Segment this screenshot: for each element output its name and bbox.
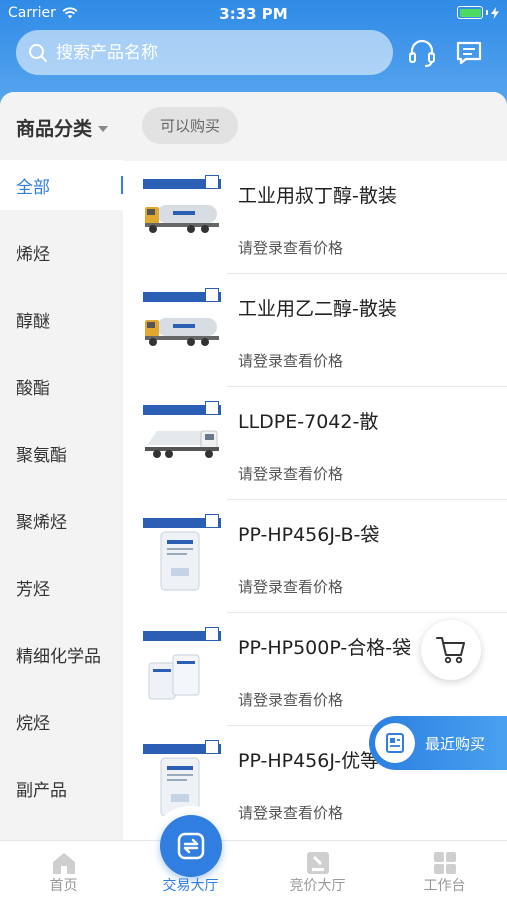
tanker-truck-image: [143, 175, 221, 255]
category-title: 商品分类: [16, 118, 93, 140]
filter-chip-purchasable[interactable]: 可以购买: [142, 107, 238, 144]
product-item[interactable]: PP-HP456J-B-袋 请登录查看价格: [123, 500, 507, 613]
tab-label: 竞价大厅: [289, 878, 346, 894]
product-price: 请登录查看价格: [238, 239, 344, 257]
sidebar-item-label: 全部: [16, 177, 50, 198]
sidebar-item-all[interactable]: 全部: [0, 160, 123, 210]
product-price: 请登录查看价格: [238, 352, 344, 370]
product-item[interactable]: LLDPE-7042-散 请登录查看价格: [123, 387, 507, 500]
sidebar-item-olefins[interactable]: 烯烃: [0, 227, 123, 277]
product-price: 请登录查看价格: [238, 691, 344, 709]
product-name: PP-HP456J-B-袋: [238, 524, 380, 546]
tab-label: 首页: [49, 878, 78, 894]
product-item[interactable]: 工业用叔丁醇-散装 请登录查看价格: [123, 161, 507, 274]
bulk-truck-image: [143, 401, 221, 481]
category-dropdown[interactable]: 商品分类: [16, 114, 109, 141]
sidebar-item-label: 精细化学品: [16, 646, 101, 667]
tanker-truck-image: [143, 288, 221, 368]
bag-image: [143, 514, 221, 594]
tab-workspace[interactable]: 工作台: [381, 841, 507, 900]
sidebar-item-alkanes[interactable]: 烷烃: [0, 696, 123, 746]
sidebar-item-label: 烯烃: [16, 244, 50, 265]
sidebar-item-label: 聚烯烃: [16, 512, 67, 533]
sidebar-item-aromatics[interactable]: 芳烃: [0, 562, 123, 612]
product-name: LLDPE-7042-散: [238, 411, 379, 433]
battery-icon: [457, 6, 499, 19]
charging-icon: [491, 6, 499, 19]
recent-purchases-label: 最近购买: [425, 734, 486, 753]
sidebar-item-fine-chemicals[interactable]: 精细化学品: [0, 629, 123, 679]
product-name: 工业用叔丁醇-散装: [238, 185, 397, 207]
product-price: 请登录查看价格: [238, 804, 344, 822]
category-sidebar: 全部 烯烃 醇醚 酸酯 聚氨酯 聚烯烃 芳烃 精细化学品 烷烃 副产品: [0, 160, 123, 840]
cart-icon: [436, 637, 465, 664]
search-input[interactable]: [56, 42, 356, 63]
headset-icon[interactable]: [406, 37, 438, 69]
product-price: 请登录查看价格: [238, 578, 344, 596]
bags-image: [143, 627, 221, 707]
product-item[interactable]: 工业用乙二醇-散装 请登录查看价格: [123, 274, 507, 387]
sidebar-item-label: 副产品: [16, 780, 67, 801]
sidebar-item-label: 烷烃: [16, 713, 50, 734]
tab-bar: 首页 交易大厅 竞价大厅 工作台: [0, 840, 507, 900]
trade-icon[interactable]: [160, 815, 222, 877]
sidebar-item-byproducts[interactable]: 副产品: [0, 763, 123, 813]
tab-label: 工作台: [423, 878, 466, 894]
sidebar-item-polyurethane[interactable]: 聚氨酯: [0, 428, 123, 478]
product-name: 工业用乙二醇-散装: [238, 298, 397, 320]
home-icon: [52, 853, 75, 874]
sidebar-item-polyolefin[interactable]: 聚烯烃: [0, 495, 123, 545]
clock: 3:33 PM: [219, 5, 288, 23]
sidebar-item-label: 醇醚: [16, 311, 50, 332]
tab-auction-hall[interactable]: 竞价大厅: [254, 841, 381, 900]
sidebar-item-label: 酸酯: [16, 378, 50, 399]
tab-label: 交易大厅: [162, 878, 219, 894]
search-bar[interactable]: [16, 30, 393, 75]
cart-button[interactable]: [421, 620, 481, 680]
auction-icon: [306, 852, 329, 874]
product-price: 请登录查看价格: [238, 465, 344, 483]
sidebar-item-label: 芳烃: [16, 579, 50, 600]
message-icon[interactable]: [453, 37, 485, 69]
search-icon: [29, 43, 47, 62]
filter-bar: 商品分类 可以购买: [0, 92, 507, 160]
workspace-icon: [433, 852, 456, 874]
tab-home[interactable]: 首页: [0, 841, 127, 900]
sidebar-item-alcohol-ether[interactable]: 醇醚: [0, 294, 123, 344]
sidebar-item-esters[interactable]: 酸酯: [0, 361, 123, 411]
recent-purchases-button[interactable]: 最近购买: [369, 716, 507, 770]
sidebar-item-label: 聚氨酯: [16, 445, 67, 466]
receipt-icon: [375, 723, 415, 763]
caret-down-icon: [98, 125, 109, 132]
status-bar: Carrier 3:33 PM: [0, 0, 507, 28]
